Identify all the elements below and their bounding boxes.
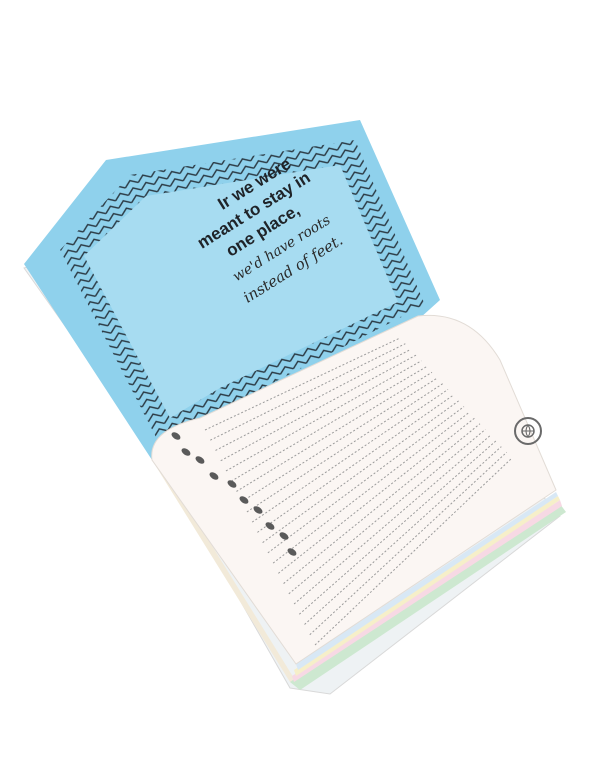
notebook-illustration: Ir we were meant to stay in one place, w…	[23, 120, 566, 695]
product-photo: Ir we were meant to stay in one place, w…	[0, 0, 615, 770]
